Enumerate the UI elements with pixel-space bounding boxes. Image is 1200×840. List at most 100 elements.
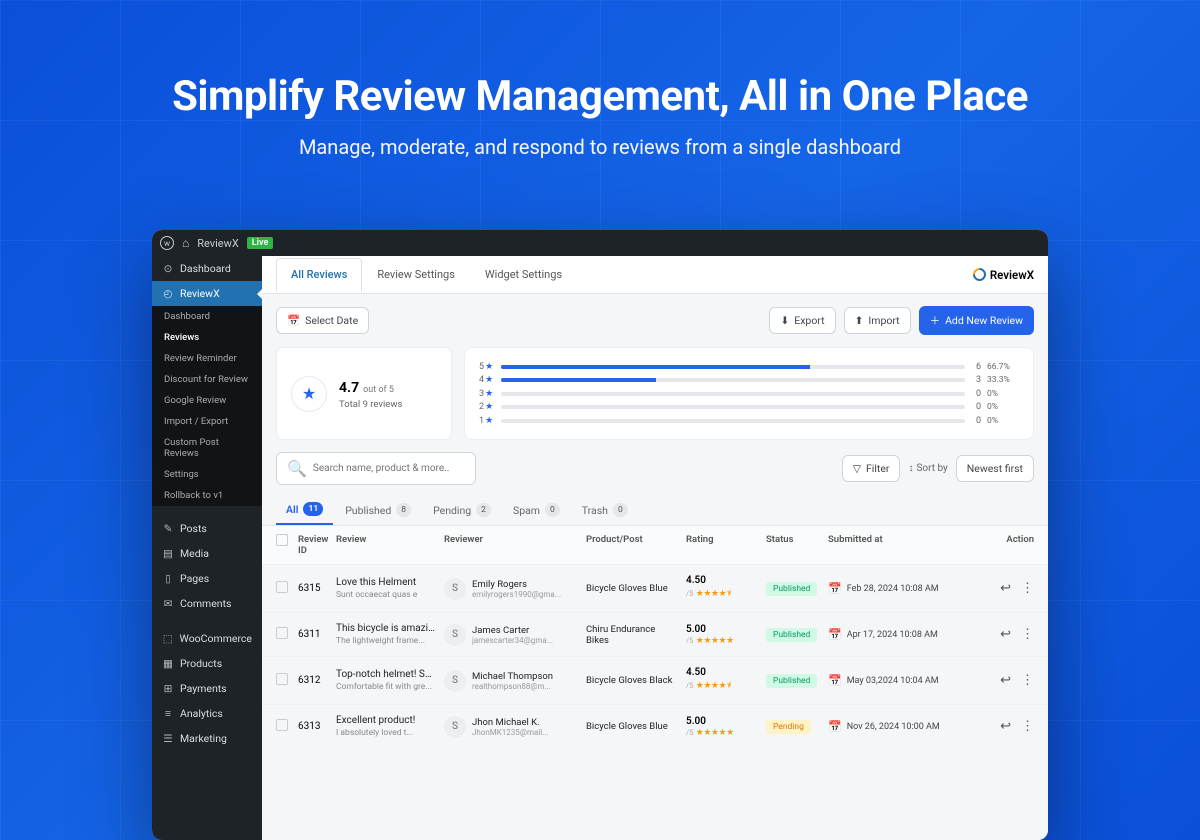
sidebar-item-discount-for-review[interactable]: Discount for Review — [152, 369, 262, 390]
sort-by-label: ↕Sort by — [908, 463, 947, 474]
avatar: S — [444, 670, 466, 692]
add-new-review-button[interactable]: ＋Add New Review — [919, 306, 1034, 335]
tab-all-reviews[interactable]: All Reviews — [276, 258, 362, 292]
rating-summary-card: ★ 4.7 out of 5 Total 9 reviews — [276, 347, 452, 440]
total-reviews: Total 9 reviews — [339, 399, 402, 410]
sidebar-item-media[interactable]: ▤Media — [152, 541, 262, 566]
reply-icon[interactable]: ↩ — [1000, 581, 1011, 596]
row-checkbox[interactable] — [276, 627, 288, 639]
import-button[interactable]: ⬆Import — [844, 307, 911, 334]
more-icon[interactable]: ⋮ — [1021, 581, 1034, 596]
review-excerpt: Sunt occaecat quas e — [336, 590, 436, 600]
reply-icon[interactable]: ↩ — [1000, 673, 1011, 688]
rating-value: 5.00 — [686, 624, 706, 635]
sidebar-item-reviews[interactable]: Reviews — [152, 327, 262, 348]
review-excerpt: I absolutely loved t... — [336, 728, 436, 738]
review-title: Top-notch helmet! Saf... — [336, 669, 436, 680]
tab-review-settings[interactable]: Review Settings — [362, 258, 470, 291]
star-rating: ★★★★⯨ — [696, 589, 731, 599]
star-rating: ★★★★⯨ — [696, 681, 731, 691]
sidebar-item-review-reminder[interactable]: Review Reminder — [152, 348, 262, 369]
reviewer-name: Emily Rogers — [472, 579, 561, 590]
status-tab-all[interactable]: All11 — [276, 495, 333, 525]
table-row: 6311 This bicycle is amazing!The lightwe… — [262, 612, 1048, 656]
plus-icon: ＋ — [930, 313, 941, 328]
menu-icon: ⊙ — [162, 262, 174, 275]
menu-icon: ▤ — [162, 547, 174, 560]
search-box[interactable]: 🔍 — [276, 452, 476, 485]
filter-icon: ▽ — [853, 462, 861, 475]
sidebar-item-posts[interactable]: ✎Posts — [152, 516, 262, 541]
reply-icon[interactable]: ↩ — [1000, 627, 1011, 642]
sidebar-item-settings[interactable]: Settings — [152, 464, 262, 485]
titlebar-app-name: ReviewX — [197, 237, 239, 250]
sidebar-item-payments[interactable]: ⊞Payments — [152, 676, 262, 701]
select-all-checkbox[interactable] — [276, 534, 288, 546]
avg-score: 4.7 — [339, 380, 359, 396]
status-tab-trash[interactable]: Trash0 — [572, 495, 638, 525]
export-button[interactable]: ⬇Export — [769, 307, 835, 334]
product-name: Bicycle Gloves Black — [586, 675, 680, 686]
reviewer-name: Michael Thompson — [472, 671, 553, 682]
rating-bar-1: 1★00% — [479, 416, 1019, 426]
main-tabs: All ReviewsReview SettingsWidget Setting… — [262, 256, 1048, 294]
home-icon[interactable]: ⌂ — [182, 236, 189, 250]
row-checkbox[interactable] — [276, 673, 288, 685]
sidebar-item-marketing[interactable]: ☰Marketing — [152, 726, 262, 751]
app-window: w ⌂ ReviewX Live ⊙Dashboard◴ReviewX Dash… — [152, 230, 1048, 840]
sidebar-item-dashboard[interactable]: ⊙Dashboard — [152, 256, 262, 281]
status-tab-spam[interactable]: Spam0 — [503, 495, 570, 525]
search-input[interactable] — [313, 463, 465, 474]
sidebar-item-google-review[interactable]: Google Review — [152, 390, 262, 411]
review-excerpt: The lightweight frame... — [336, 636, 436, 646]
submitted-date: Apr 17, 2024 10:08 AM — [847, 630, 938, 640]
download-icon: ⬇ — [780, 314, 789, 327]
sidebar-item-rollback-to-v1[interactable]: Rollback to v1 — [152, 485, 262, 506]
filter-button[interactable]: ▽Filter — [842, 455, 901, 482]
review-title: Love this Helment — [336, 577, 436, 588]
sidebar-item-woocommerce[interactable]: ⬚WooCommerce — [152, 626, 262, 651]
product-name: Chiru Endurance Bikes — [586, 624, 680, 646]
sidebar-item-custom-post-reviews[interactable]: Custom Post Reviews — [152, 432, 262, 464]
sidebar-item-dashboard[interactable]: Dashboard — [152, 306, 262, 327]
status-tab-pending[interactable]: Pending2 — [423, 495, 501, 525]
star-rating: ★★★★★ — [696, 636, 734, 646]
more-icon[interactable]: ⋮ — [1021, 673, 1034, 688]
sidebar-item-import-export[interactable]: Import / Export — [152, 411, 262, 432]
status-tabs: All11Published8Pending2Spam0Trash0 — [262, 495, 1048, 526]
table-header: Review ID Review Reviewer Product/Post R… — [262, 526, 1048, 564]
review-title: Excellent product! — [336, 715, 436, 726]
tab-widget-settings[interactable]: Widget Settings — [470, 258, 577, 291]
status-badge: Published — [766, 582, 817, 596]
more-icon[interactable]: ⋮ — [1021, 627, 1034, 642]
live-badge: Live — [247, 237, 274, 249]
calendar-icon: 📅 — [287, 314, 300, 327]
table-row: 6315 Love this HelmentSunt occaecat quas… — [262, 564, 1048, 612]
row-checkbox[interactable] — [276, 581, 288, 593]
menu-icon: ▦ — [162, 657, 174, 670]
rating-value: 4.50 — [686, 667, 706, 678]
star-icon: ★ — [291, 376, 327, 412]
rating-value: 4.50 — [686, 575, 706, 586]
status-tab-published[interactable]: Published8 — [335, 495, 421, 525]
newest-first-button[interactable]: Newest first — [956, 455, 1034, 482]
sidebar-item-analytics[interactable]: ≡Analytics — [152, 701, 262, 726]
select-date-button[interactable]: 📅Select Date — [276, 307, 369, 334]
review-title: This bicycle is amazing! — [336, 623, 436, 634]
sidebar-item-reviewx[interactable]: ◴ReviewX — [152, 281, 262, 306]
hero-subtitle: Manage, moderate, and respond to reviews… — [0, 135, 1200, 159]
more-icon[interactable]: ⋮ — [1021, 719, 1034, 734]
avatar: S — [444, 716, 466, 738]
toolbar: 📅Select Date ⬇Export ⬆Import ＋Add New Re… — [262, 294, 1048, 347]
sidebar-item-comments[interactable]: ✉Comments — [152, 591, 262, 616]
reply-icon[interactable]: ↩ — [1000, 719, 1011, 734]
count-badge: 0 — [613, 503, 628, 517]
reviewer-name: James Carter — [472, 625, 553, 636]
row-checkbox[interactable] — [276, 719, 288, 731]
sidebar-item-pages[interactable]: ▯Pages — [152, 566, 262, 591]
sidebar-item-products[interactable]: ▦Products — [152, 651, 262, 676]
reviewer-email: emilyrogers1990@gma... — [472, 590, 561, 599]
menu-icon: ☰ — [162, 732, 174, 745]
reviewer-name: Jhon Michael K. — [472, 717, 549, 728]
calendar-icon: 📅 — [828, 628, 842, 641]
